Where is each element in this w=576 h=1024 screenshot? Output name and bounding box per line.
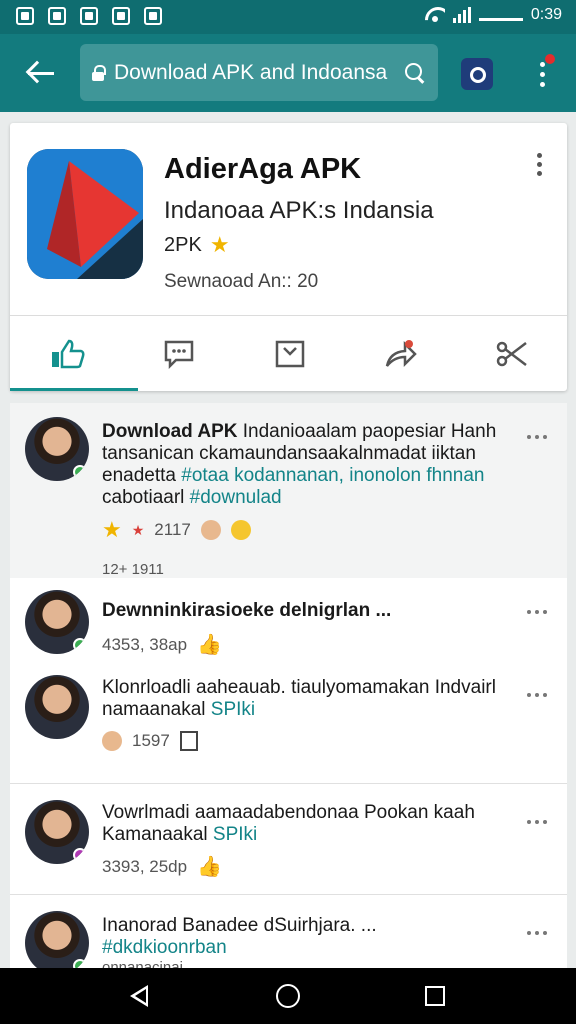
app-name: AdierAga APK xyxy=(164,153,362,185)
hashtag-link[interactable]: SPIki xyxy=(211,699,255,720)
thumbs-up-icon xyxy=(51,339,84,369)
post-text: Inanorad Banadee dSuirhjara. ... #dkdkioo… xyxy=(102,915,377,958)
divider xyxy=(10,894,567,895)
post-meta: 12+ 1911 xyxy=(102,561,164,578)
app-rating: 2PK ★ xyxy=(164,232,230,258)
avatar[interactable] xyxy=(25,590,89,654)
list-item[interactable]: Dewnninkirasioeke delnigrlan ... 4353, 3… xyxy=(10,578,567,656)
search-text: Download APK and Indoansa xyxy=(114,60,388,84)
post-text: Dewnninkirasioeke delnigrlan ... xyxy=(102,600,392,621)
more-horiz-icon[interactable] xyxy=(527,931,549,939)
hashtag-link[interactable]: SPIki xyxy=(213,824,257,845)
hashtag-link[interactable]: #downulad xyxy=(190,487,282,508)
post-text: Download APK Indanioaalam paopesiar Hanh… xyxy=(102,421,497,508)
notification-dot xyxy=(545,54,555,64)
search-icon[interactable] xyxy=(404,62,426,84)
notification-icon xyxy=(144,7,162,25)
hashtag-link[interactable]: #otaa kodannanan, inonolon fhnnan xyxy=(181,465,484,486)
share-icon xyxy=(385,340,417,368)
signal-icon xyxy=(452,7,471,23)
more-horiz-icon[interactable] xyxy=(527,820,549,828)
post-stats: 1597 xyxy=(132,731,170,750)
avatar[interactable] xyxy=(25,911,89,968)
camera-icon[interactable] xyxy=(461,58,493,90)
more-horiz-icon[interactable] xyxy=(527,610,549,618)
face-emoji-icon xyxy=(200,520,221,540)
more-horiz-icon[interactable] xyxy=(527,693,549,701)
post-meta: 1597 xyxy=(102,731,198,751)
smile-emoji-icon xyxy=(230,520,251,540)
nav-recents-icon[interactable] xyxy=(425,986,445,1006)
comment-feed: Download APK Indanioaalam paopesiar Hanh… xyxy=(10,403,567,968)
list-item[interactable]: Vowrlmadi aamaadabendonaa Pookan kaah Ka… xyxy=(10,786,567,894)
scissors-icon xyxy=(496,341,527,367)
post-meta: ★ ★ 2117 xyxy=(102,517,251,543)
thumbs-up-icon: 👍 xyxy=(197,634,222,656)
back-arrow-icon[interactable] xyxy=(24,56,58,90)
avatar[interactable] xyxy=(25,675,89,739)
post-stats: 12+ 1911 xyxy=(102,561,164,578)
more-vert-icon[interactable] xyxy=(535,54,555,92)
wifi-icon xyxy=(425,7,445,23)
post-meta: 3393, 25dp 👍 xyxy=(102,854,222,879)
action-tabs xyxy=(10,315,567,391)
notification-icon xyxy=(48,7,66,25)
tab-save[interactable] xyxy=(234,316,345,392)
avatar[interactable] xyxy=(25,800,89,864)
face-emoji-icon xyxy=(102,731,122,751)
app-card: AdierAga APK Indanoaa APK:s Indansia 2PK… xyxy=(10,123,567,391)
tab-indicator xyxy=(10,388,138,391)
post-stats: onnanacinai xyxy=(102,959,183,968)
divider xyxy=(10,783,567,784)
status-time: 0:39 xyxy=(530,6,562,23)
card-more-icon[interactable] xyxy=(534,153,546,179)
lock-icon xyxy=(92,64,106,81)
more-horiz-icon[interactable] xyxy=(527,435,549,443)
app-downloads: Sewnaoad An:: 20 xyxy=(164,271,319,292)
notification-icon xyxy=(16,7,34,25)
tab-cut[interactable] xyxy=(456,316,567,392)
system-nav-bar xyxy=(0,968,576,1024)
rating-value: 2PK xyxy=(164,233,202,256)
post-stats: 4353, 38ap xyxy=(102,634,188,654)
post-meta: onnanacinai xyxy=(102,959,183,968)
star-icon: ★ xyxy=(209,232,230,257)
list-item[interactable]: Download APK Indanioaalam paopesiar Hanh… xyxy=(10,403,567,578)
list-item[interactable]: Klonrloadli aaheauab. tiaulyomamakan Ind… xyxy=(10,665,567,783)
bookmark-icon xyxy=(275,340,304,368)
tab-share[interactable] xyxy=(345,316,456,392)
bookmark-icon[interactable] xyxy=(179,731,198,751)
post-text: Vowrlmadi aamaadabendonaa Pookan kaah Ka… xyxy=(102,802,475,845)
post-stats: 3393, 25dp xyxy=(102,856,188,876)
app-subtitle: Indanoaa APK:s Indansia xyxy=(164,197,434,224)
hashtag-link[interactable]: #dkdkioonrban xyxy=(102,937,227,958)
post-meta: 4353, 38ap 👍 xyxy=(102,632,222,657)
battery-icon xyxy=(478,17,523,21)
avatar[interactable] xyxy=(25,417,89,481)
tab-comments[interactable] xyxy=(123,316,234,392)
notification-icon xyxy=(112,7,130,25)
comment-icon xyxy=(164,340,193,369)
star-icon: ★ xyxy=(102,517,122,542)
status-bar: 0:39 xyxy=(0,0,576,34)
tab-like[interactable] xyxy=(12,316,123,392)
app-logo-icon xyxy=(27,149,143,279)
list-item[interactable]: Inanorad Banadee dSuirhjara. ... #dkdkioo… xyxy=(10,897,567,968)
nav-back-icon[interactable] xyxy=(130,985,148,1007)
notification-icon xyxy=(80,7,98,25)
star-icon: ★ xyxy=(131,521,145,538)
app-bar: Download APK and Indoansa xyxy=(0,34,576,112)
nav-home-icon[interactable] xyxy=(276,984,300,1008)
thumbs-up-icon: 👍 xyxy=(197,856,222,878)
search-input[interactable]: Download APK and Indoansa xyxy=(80,44,438,101)
reaction-count: 2117 xyxy=(154,520,191,539)
post-text: Klonrloadli aaheauab. tiaulyomamakan Ind… xyxy=(102,677,496,720)
